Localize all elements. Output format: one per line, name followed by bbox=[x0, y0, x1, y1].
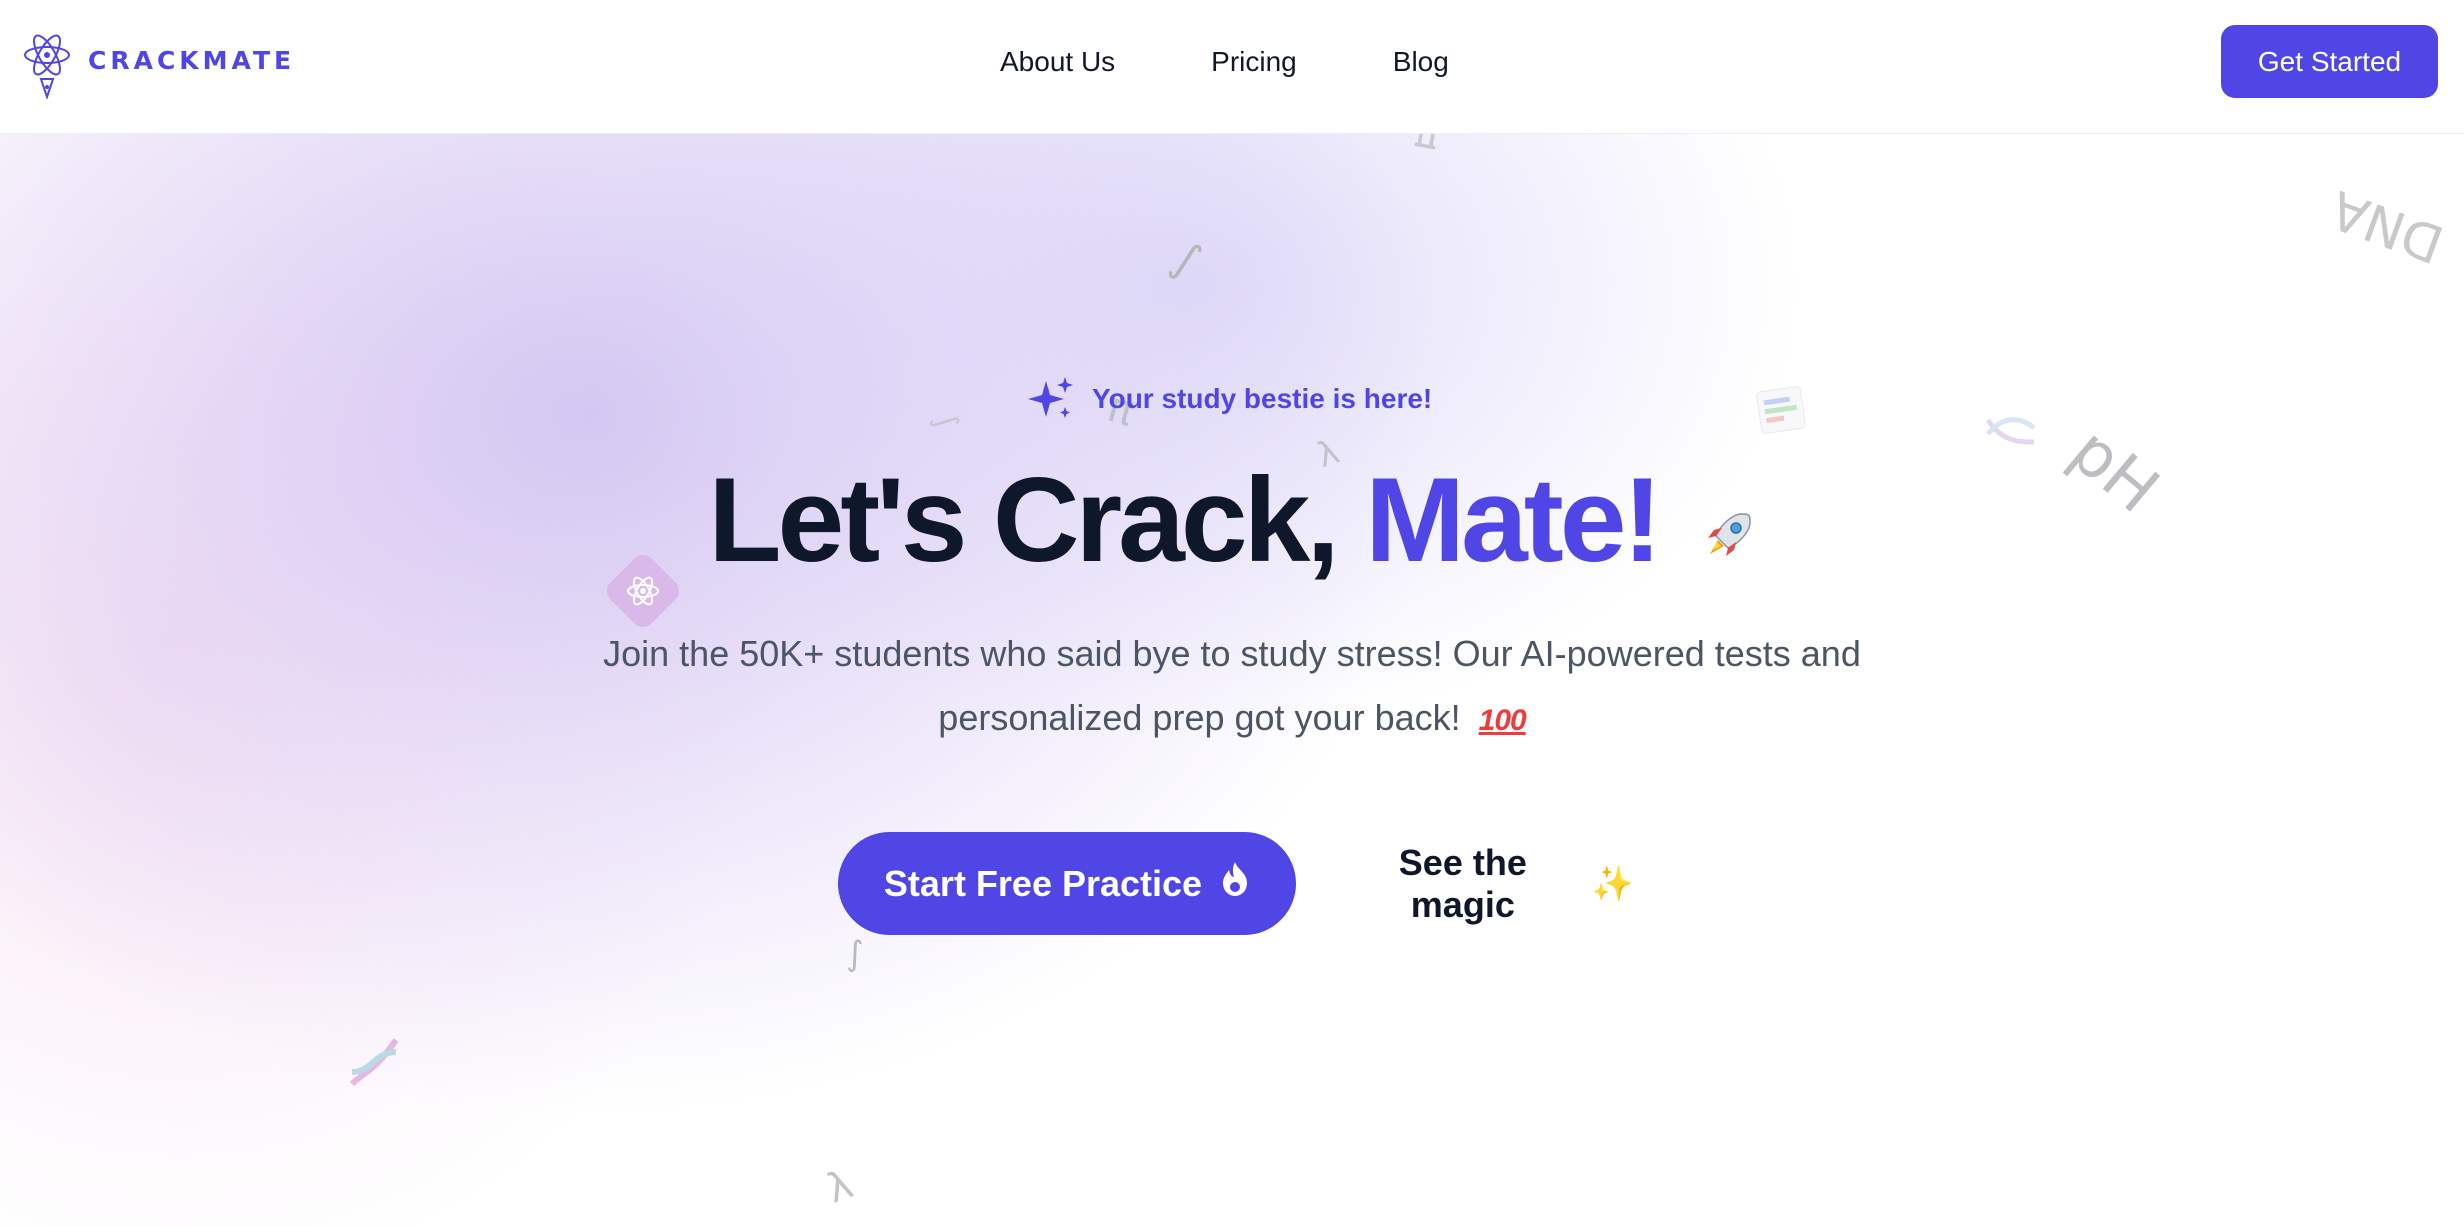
hero-subtitle: Join the 50K+ students who said bye to s… bbox=[560, 622, 1904, 753]
fire-icon bbox=[1220, 861, 1250, 906]
dna-helix-decoration bbox=[349, 1038, 399, 1087]
nav-pricing[interactable]: Pricing bbox=[1211, 40, 1297, 84]
get-started-button[interactable]: Get Started bbox=[2221, 25, 2438, 98]
rocket-icon bbox=[1700, 443, 1756, 603]
tagline-text: Your study bestie is here! bbox=[1092, 383, 1433, 414]
headline-accent: Mate! bbox=[1365, 453, 1662, 587]
see-the-magic-button[interactable]: See the magic ✨ bbox=[1320, 832, 1640, 935]
nav-blog[interactable]: Blog bbox=[1393, 40, 1449, 84]
main-nav: About Us Pricing Blog bbox=[1000, 40, 1449, 84]
brand-name: CRACKMATE bbox=[88, 45, 296, 75]
hundred-points-icon: 100 bbox=[1478, 704, 1527, 737]
lambda-bottom-decoration: λ bbox=[820, 1161, 859, 1213]
hero-headline: Let's Crack, Mate! bbox=[0, 440, 2464, 609]
site-header: CRACKMATE About Us Pricing Blog Get Star… bbox=[0, 0, 2464, 134]
dna-text-decoration: DNA bbox=[2323, 178, 2452, 274]
subtitle-line-1: Join the 50K+ students who said bye to s… bbox=[603, 633, 1861, 674]
brand-logo[interactable]: CRACKMATE bbox=[22, 20, 295, 100]
atom-pen-logo-icon bbox=[24, 34, 70, 99]
hero-tagline: Your study bestie is here! bbox=[1028, 374, 1432, 424]
see-the-magic-label: See the magic bbox=[1398, 841, 1527, 925]
start-free-practice-button[interactable]: Start Free Practice bbox=[838, 832, 1296, 935]
headline-main: Let's Crack, bbox=[708, 453, 1340, 587]
start-free-practice-label: Start Free Practice bbox=[883, 862, 1203, 904]
sparkles-icon bbox=[1028, 377, 1073, 418]
subtitle-line-2: personalized prep got your back! bbox=[938, 697, 1461, 738]
integral-small-decoration: ∫ bbox=[846, 934, 864, 974]
nav-about-us[interactable]: About Us bbox=[1000, 40, 1115, 84]
chart-icon-decoration bbox=[1756, 386, 1806, 434]
sparkle-icon: ✨ bbox=[1591, 864, 1634, 903]
